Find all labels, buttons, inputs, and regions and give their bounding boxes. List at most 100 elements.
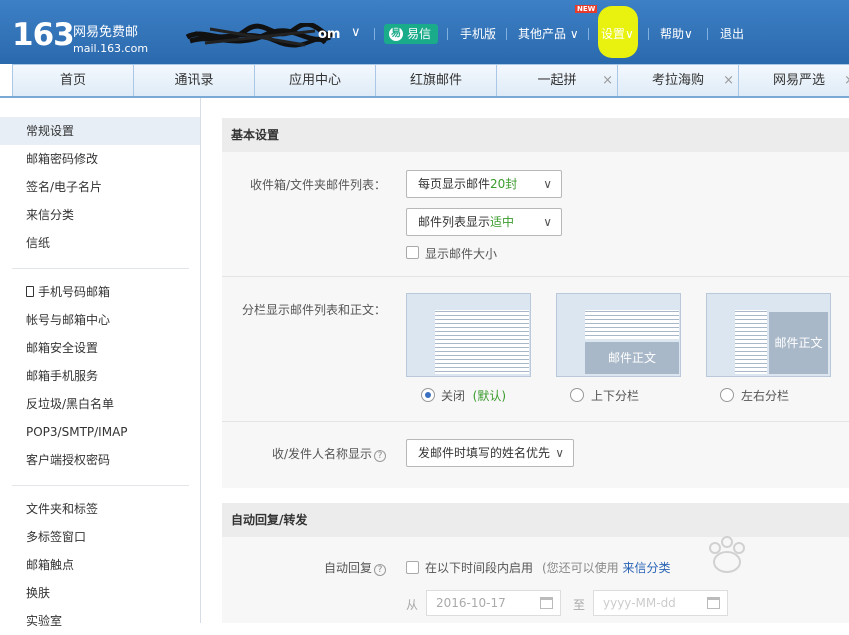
chevron-down-icon: ∨ — [625, 27, 634, 41]
auto-reply-enable-label: 在以下时间段内启用 — [425, 561, 534, 575]
preview-list-lines — [435, 310, 529, 374]
other-products-link[interactable]: 其他产品 ∨ — [518, 26, 579, 42]
show-size-label: 显示邮件大小 — [425, 247, 498, 261]
help-label: 帮助 — [660, 27, 685, 41]
account-menu[interactable]: om ∨ — [185, 23, 375, 48]
split-off-preview[interactable] — [406, 293, 531, 377]
auto-reply-title: 自动回复/转发 — [222, 503, 849, 537]
split-off-text: 关闭 — [441, 389, 466, 403]
account-suffix: om — [318, 27, 341, 42]
chevron-down-icon: ∨ — [543, 215, 552, 229]
name-display-text: 收/发件人名称显示 — [271, 447, 372, 461]
logo-domain: mail.163.com — [73, 42, 149, 55]
sidebar-item-password[interactable]: 邮箱密码修改 — [0, 145, 200, 173]
split-off-radio[interactable] — [421, 388, 435, 402]
tab-label: 应用中心 — [288, 73, 341, 88]
sidebar-item-antispam[interactable]: 反垃圾/黑白名单 — [0, 390, 200, 418]
sidebar-item-general[interactable]: 常规设置 — [0, 117, 200, 145]
close-icon[interactable]: × — [602, 65, 613, 97]
list-display-select[interactable]: 邮件列表显示适中 ∨ — [406, 208, 562, 236]
row-divider — [222, 421, 849, 422]
mobile-version-link[interactable]: 手机版 — [460, 26, 496, 42]
basic-settings-body: 收件箱/文件夹邮件列表： 每页显示邮件20封 ∨ 邮件列表显示适中 ∨ 显示邮件… — [222, 152, 849, 488]
yixin-button[interactable]: 易 易信 — [384, 24, 438, 44]
tab-kaola[interactable]: 考拉海购 × — [617, 64, 739, 97]
new-badge: NEW — [575, 5, 598, 13]
from-date-value: 2016-10-17 — [436, 596, 506, 610]
tab-home[interactable]: 首页 — [12, 64, 134, 97]
header-divider — [374, 28, 375, 40]
split-off-label: 关闭 (默认) — [441, 387, 506, 404]
chevron-down-icon[interactable]: ∨ — [351, 25, 361, 40]
sidebar-item-folders-tags[interactable]: 文件夹和标签 — [0, 495, 200, 523]
sidebar-item-client-password[interactable]: 客户端授权密码 — [0, 446, 200, 474]
tab-yiqipin[interactable]: 一起拼 × — [496, 64, 618, 97]
calendar-icon[interactable] — [707, 597, 720, 609]
preview-body: 邮件正文 — [769, 312, 828, 374]
split-horizontal-preview[interactable]: 邮件正文 — [556, 293, 681, 377]
logout-link[interactable]: 退出 — [720, 26, 744, 42]
name-display-label: 收/发件人名称显示? — [222, 445, 386, 462]
sidebar-item-phone-mailbox[interactable]: 手机号码邮箱 — [0, 278, 200, 306]
close-icon[interactable]: × — [844, 65, 849, 97]
auto-reply-checkbox[interactable] — [406, 561, 419, 574]
phone-icon — [26, 286, 34, 297]
yixin-label: 易信 — [407, 27, 432, 41]
help-link[interactable]: 帮助∨ — [660, 26, 693, 42]
sidebar-item-touchpoint[interactable]: 邮箱触点 — [0, 551, 200, 579]
sidebar-item-filters[interactable]: 来信分类 — [0, 201, 200, 229]
other-products-label: 其他产品 — [518, 27, 567, 41]
from-date-input[interactable]: 2016-10-17 — [426, 590, 561, 616]
sidebar-item-signature[interactable]: 签名/电子名片 — [0, 173, 200, 201]
sidebar-item-lab[interactable]: 实验室 — [0, 607, 200, 635]
sidebar-item-skin[interactable]: 换肤 — [0, 579, 200, 607]
logo-title: 网易免费邮 — [73, 25, 139, 40]
split-vertical-label: 左右分栏 — [741, 389, 790, 403]
calendar-icon[interactable] — [540, 597, 553, 609]
tab-label: 红旗邮件 — [409, 73, 462, 88]
settings-main: 基本设置 收件箱/文件夹邮件列表： 每页显示邮件20封 ∨ 邮件列表显示适中 ∨… — [222, 118, 849, 623]
sidebar-item-stationery[interactable]: 信纸 — [0, 229, 200, 257]
name-display-select[interactable]: 发邮件时填写的姓名优先 ∨ — [406, 439, 574, 467]
preview-list-lines — [585, 310, 679, 339]
sidebar-divider — [12, 268, 189, 269]
per-page-select[interactable]: 每页显示邮件20封 ∨ — [406, 170, 562, 198]
tab-contacts[interactable]: 通讯录 — [133, 64, 255, 97]
to-date-placeholder: yyyy-MM-dd — [603, 596, 676, 610]
help-icon[interactable]: ? — [374, 450, 386, 462]
auto-reply-label: 自动回复? — [222, 559, 386, 576]
tab-label: 首页 — [59, 73, 86, 88]
settings-link[interactable]: 设置∨ — [601, 26, 634, 42]
sidebar-item-pop3[interactable]: POP3/SMTP/IMAP — [0, 418, 200, 446]
logo-number[interactable]: 163 — [12, 18, 75, 52]
redacted-account-scribble — [185, 23, 335, 48]
yixin-icon: 易 — [389, 27, 403, 41]
settings-sidebar: 常规设置 邮箱密码修改 签名/电子名片 来信分类 信纸 手机号码邮箱 帐号与邮箱… — [0, 98, 201, 628]
auto-reply-body: 自动回复? 在以下时间段内启用 (您还可以使用 来信分类 从 2016-10-1… — [222, 537, 849, 623]
sidebar-item-security[interactable]: 邮箱安全设置 — [0, 334, 200, 362]
filters-link[interactable]: 来信分类 — [623, 561, 671, 575]
split-vertical-preview[interactable]: 邮件正文 — [706, 293, 831, 377]
tab-app-center[interactable]: 应用中心 — [254, 64, 376, 97]
split-horizontal-radio[interactable] — [570, 388, 584, 402]
split-horizontal-label: 上下分栏 — [591, 389, 640, 403]
sidebar-item-mobile-service[interactable]: 邮箱手机服务 — [0, 362, 200, 390]
sidebar-item-label: 手机号码邮箱 — [38, 285, 111, 299]
preview-body: 邮件正文 — [585, 342, 679, 374]
to-date-input[interactable]: yyyy-MM-dd — [593, 590, 728, 616]
sidebar-item-multi-tab[interactable]: 多标签窗口 — [0, 523, 200, 551]
close-icon[interactable]: × — [723, 65, 734, 97]
note-prefix: (您还可以使用 — [542, 561, 619, 575]
chevron-down-icon: ∨ — [543, 177, 552, 191]
tab-flagged-mail[interactable]: 红旗邮件 — [375, 64, 497, 97]
sidebar-item-account-center[interactable]: 帐号与邮箱中心 — [0, 306, 200, 334]
tab-bar: 首页 通讯录 应用中心 红旗邮件 一起拼 × 考拉海购 × 网易严选 × — [12, 64, 849, 97]
tab-label: 考拉海购 — [651, 73, 704, 88]
list-settings-label: 收件箱/文件夹邮件列表： — [249, 178, 386, 192]
name-display-value: 发邮件时填写的姓名优先 — [418, 446, 551, 460]
row-divider — [222, 276, 849, 277]
tab-yanxuan[interactable]: 网易严选 × — [738, 64, 849, 97]
show-size-checkbox[interactable] — [406, 246, 419, 259]
help-icon[interactable]: ? — [374, 564, 386, 576]
split-vertical-radio[interactable] — [720, 388, 734, 402]
